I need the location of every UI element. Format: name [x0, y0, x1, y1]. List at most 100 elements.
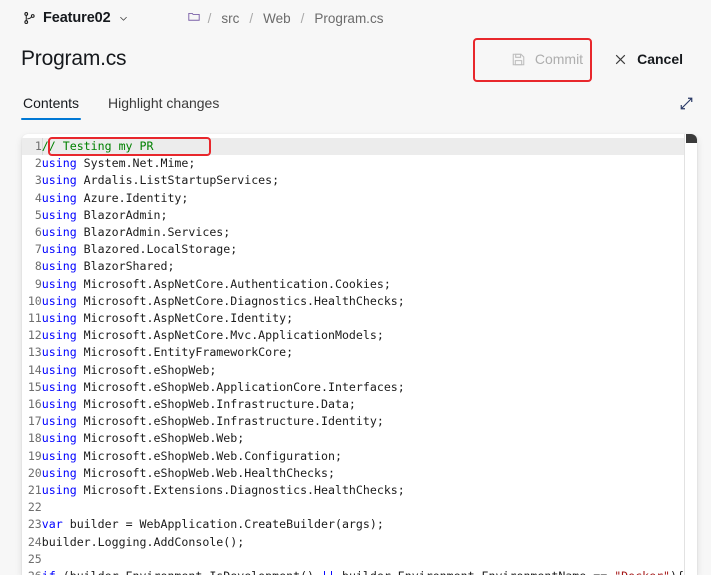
code-token: using: [41, 328, 77, 343]
code-token: BlazorAdmin.Services;: [76, 225, 231, 240]
code-line-content[interactable]: using Microsoft.EntityFrameworkCore;: [42, 344, 684, 361]
code-token: Microsoft.eShopWeb.Infrastructure.Identi…: [76, 414, 384, 429]
code-line-content[interactable]: using Microsoft.eShopWeb.Infrastructure.…: [42, 396, 684, 413]
code-line-content[interactable]: [42, 551, 684, 568]
code-line-content[interactable]: using Microsoft.eShopWeb.ApplicationCore…: [42, 379, 684, 396]
code-line-number: 15: [27, 379, 42, 394]
commit-button[interactable]: Commit: [497, 43, 597, 75]
code-line: 6 using BlazorAdmin.Services;: [22, 224, 684, 241]
code-line-number: 13: [27, 345, 42, 360]
code-line-content[interactable]: using BlazorShared;: [42, 258, 684, 275]
code-line: 26if (builder.Environment.IsDevelopment(…: [22, 568, 684, 575]
code-token: using: [41, 259, 77, 274]
code-line: 18 using Microsoft.eShopWeb.Web;: [22, 430, 684, 447]
code-line-number: 7: [34, 242, 42, 257]
tab-highlight-changes[interactable]: Highlight changes: [106, 95, 221, 120]
code-token: using: [41, 173, 77, 188]
code-line-number: 1: [22, 138, 42, 156]
code-token: using: [41, 225, 77, 240]
code-line: 8 using BlazorShared;: [22, 258, 684, 275]
code-line-content[interactable]: using Microsoft.AspNetCore.Mvc.Applicati…: [42, 327, 684, 344]
code-line-content[interactable]: using Microsoft.AspNetCore.Identity;: [42, 310, 684, 327]
code-line-content[interactable]: builder.Logging.AddConsole();: [42, 534, 684, 551]
code-line-content[interactable]: using Microsoft.eShopWeb;: [42, 362, 684, 379]
code-line-number: 17: [27, 414, 42, 429]
expand-diagonal-icon: [679, 96, 694, 111]
code-token: Microsoft.eShopWeb.Infrastructure.Data;: [76, 397, 356, 412]
code-line-content[interactable]: using Microsoft.AspNetCore.Authenticatio…: [42, 276, 684, 293]
code-line-content[interactable]: [42, 499, 684, 516]
code-token: using: [41, 207, 77, 222]
code-line-number: 21: [27, 483, 42, 498]
code-line: 11 using Microsoft.AspNetCore.Identity;: [22, 310, 684, 327]
code-token: using: [41, 465, 77, 480]
code-token: using: [41, 190, 77, 205]
breadcrumb-item-src[interactable]: src: [212, 9, 248, 28]
code-line-content[interactable]: using Microsoft.AspNetCore.Diagnostics.H…: [42, 293, 684, 310]
code-line: 23 var builder = WebApplication.CreateBui…: [22, 516, 684, 533]
vertical-scrollbar-thumb[interactable]: [686, 134, 697, 143]
code-line-number: 14: [27, 362, 42, 377]
code-token: using: [41, 345, 77, 360]
code-line: 24 builder.Logging.AddConsole();: [22, 534, 684, 551]
tab-contents[interactable]: Contents: [21, 95, 82, 120]
cancel-button-label: Cancel: [637, 51, 683, 67]
code-token: ||: [321, 569, 335, 575]
code-token: using: [41, 311, 77, 326]
code-line-number: 2: [34, 156, 42, 171]
code-token: Azure.Identity;: [76, 190, 189, 205]
expand-button[interactable]: [673, 90, 699, 116]
cancel-button[interactable]: Cancel: [599, 43, 697, 75]
vertical-scrollbar[interactable]: [684, 134, 697, 575]
code-line: 12 using Microsoft.AspNetCore.Mvc.Applica…: [22, 327, 684, 344]
code-token: Microsoft.AspNetCore.Authentication.Cook…: [76, 276, 391, 291]
code-line-number: 9: [34, 276, 42, 291]
code-table: 1// Testing my PR 2 using System.Net.Mime;…: [22, 138, 684, 575]
chevron-down-icon[interactable]: [118, 13, 129, 24]
code-token: Blazored.LocalStorage;: [76, 242, 238, 257]
code-line: 20 using Microsoft.eShopWeb.Web.HealthChe…: [22, 465, 684, 482]
code-line-content[interactable]: using Microsoft.Extensions.Diagnostics.H…: [42, 482, 684, 499]
code-body: 1// Testing my PR 2 using System.Net.Mime;…: [22, 138, 684, 575]
branch-picker[interactable]: Feature02: [19, 8, 133, 28]
save-icon: [511, 52, 526, 67]
code-token: builder.Environment.EnvironmentName ==: [335, 569, 614, 575]
code-token: using: [41, 362, 77, 377]
code-line: 16 using Microsoft.eShopWeb.Infrastructur…: [22, 396, 684, 413]
code-token: if: [42, 569, 56, 575]
code-line-content[interactable]: using System.Net.Mime;: [42, 155, 684, 172]
header-row: Program.cs Commit Cancel: [0, 36, 711, 82]
code-token: using: [41, 431, 77, 446]
breadcrumb-item-web[interactable]: Web: [254, 9, 300, 28]
code-line-content[interactable]: if (builder.Environment.IsDevelopment() …: [42, 568, 684, 575]
code-line-number: 20: [27, 465, 42, 480]
code-line-content[interactable]: using Microsoft.eShopWeb.Web.Configurati…: [42, 448, 684, 465]
code-line-content[interactable]: var builder = WebApplication.CreateBuild…: [42, 516, 684, 533]
breadcrumb-item-program-cs[interactable]: Program.cs: [305, 9, 392, 28]
code-line-content[interactable]: // Testing my PR: [41, 138, 684, 156]
code-token: Microsoft.eShopWeb.Web;: [76, 431, 245, 446]
code-line-content[interactable]: using Azure.Identity;: [42, 190, 684, 207]
code-token: using: [41, 293, 77, 308]
code-line-content[interactable]: using Microsoft.eShopWeb.Web.HealthCheck…: [42, 465, 684, 482]
code-line-content[interactable]: using BlazorAdmin;: [42, 207, 684, 224]
code-scroll-area[interactable]: 1// Testing my PR 2 using System.Net.Mime;…: [22, 134, 684, 575]
code-token: BlazorShared;: [76, 259, 175, 274]
code-token: Microsoft.AspNetCore.Diagnostics.HealthC…: [76, 293, 405, 308]
code-token: using: [41, 242, 77, 257]
breadcrumb-root-folder[interactable]: [183, 8, 207, 28]
code-line: 14 using Microsoft.eShopWeb;: [22, 362, 684, 379]
code-line: 25: [22, 551, 684, 568]
code-line: 4 using Azure.Identity;: [22, 190, 684, 207]
code-line-content[interactable]: using Ardalis.ListStartupServices;: [42, 172, 684, 189]
code-token: Microsoft.eShopWeb;: [76, 362, 217, 377]
code-token: using: [41, 156, 77, 171]
code-line: 21 using Microsoft.Extensions.Diagnostics…: [22, 482, 684, 499]
code-line-content[interactable]: using Microsoft.eShopWeb.Web;: [42, 430, 684, 447]
code-line-content[interactable]: using BlazorAdmin.Services;: [42, 224, 684, 241]
code-line-content[interactable]: using Blazored.LocalStorage;: [42, 241, 684, 258]
code-line: 7 using Blazored.LocalStorage;: [22, 241, 684, 258]
code-token: Ardalis.ListStartupServices;: [76, 173, 280, 188]
code-line-content[interactable]: using Microsoft.eShopWeb.Infrastructure.…: [42, 413, 684, 430]
code-line-number: 23: [27, 517, 42, 532]
